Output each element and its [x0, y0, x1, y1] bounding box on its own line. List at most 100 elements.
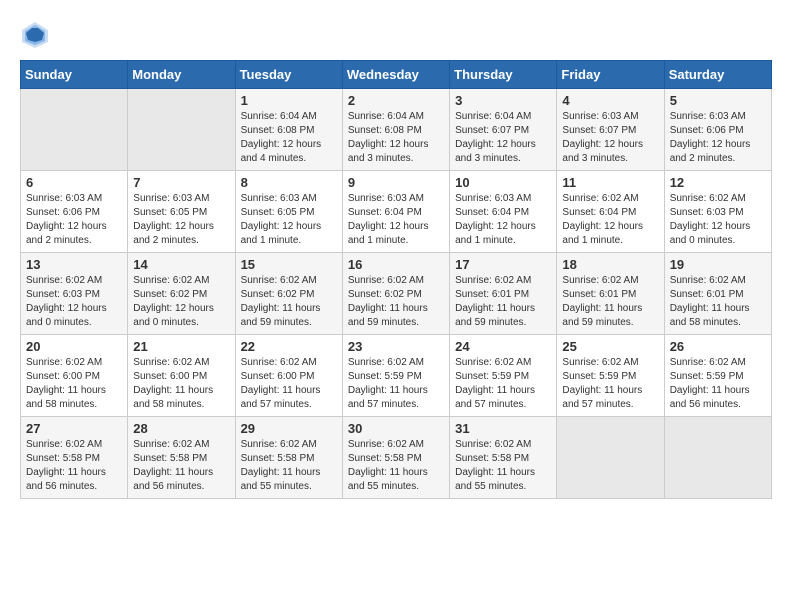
day-info: Sunrise: 6:02 AM Sunset: 6:01 PM Dayligh… — [670, 274, 766, 330]
day-info: Sunrise: 6:02 AM Sunset: 5:59 PM Dayligh… — [455, 356, 551, 412]
calendar-cell: 19 Sunrise: 6:02 AM Sunset: 6:01 PM Dayli… — [664, 253, 771, 335]
calendar-cell: 23 Sunrise: 6:02 AM Sunset: 5:59 PM Dayli… — [342, 335, 449, 417]
day-number: 2 — [348, 93, 444, 108]
day-info: Sunrise: 6:02 AM Sunset: 6:00 PM Dayligh… — [241, 356, 337, 412]
calendar-cell: 11 Sunrise: 6:02 AM Sunset: 6:04 PM Dayli… — [557, 171, 664, 253]
day-info: Sunrise: 6:03 AM Sunset: 6:06 PM Dayligh… — [26, 192, 122, 248]
day-number: 10 — [455, 175, 551, 190]
calendar-cell: 15 Sunrise: 6:02 AM Sunset: 6:02 PM Dayli… — [235, 253, 342, 335]
day-info: Sunrise: 6:02 AM Sunset: 6:01 PM Dayligh… — [562, 274, 658, 330]
page-header — [20, 20, 772, 50]
calendar-cell: 13 Sunrise: 6:02 AM Sunset: 6:03 PM Dayli… — [21, 253, 128, 335]
calendar-table: SundayMondayTuesdayWednesdayThursdayFrid… — [20, 60, 772, 499]
calendar-cell: 25 Sunrise: 6:02 AM Sunset: 5:59 PM Dayli… — [557, 335, 664, 417]
day-number: 26 — [670, 339, 766, 354]
day-number: 27 — [26, 421, 122, 436]
day-info: Sunrise: 6:02 AM Sunset: 6:04 PM Dayligh… — [562, 192, 658, 248]
day-info: Sunrise: 6:02 AM Sunset: 5:59 PM Dayligh… — [562, 356, 658, 412]
calendar-week-row: 13 Sunrise: 6:02 AM Sunset: 6:03 PM Dayli… — [21, 253, 772, 335]
day-info: Sunrise: 6:04 AM Sunset: 6:08 PM Dayligh… — [241, 110, 337, 166]
day-info: Sunrise: 6:02 AM Sunset: 5:59 PM Dayligh… — [348, 356, 444, 412]
day-info: Sunrise: 6:02 AM Sunset: 6:02 PM Dayligh… — [241, 274, 337, 330]
calendar-cell: 31Sunrise: 6:02 AM Sunset: 5:58 PM Dayli… — [450, 417, 557, 499]
logo-icon — [20, 20, 50, 50]
day-number: 11 — [562, 175, 658, 190]
calendar-cell: 20Sunrise: 6:02 AM Sunset: 6:00 PM Dayli… — [21, 335, 128, 417]
day-number: 16 — [348, 257, 444, 272]
header-day: Tuesday — [235, 61, 342, 89]
calendar-cell: 14 Sunrise: 6:02 AM Sunset: 6:02 PM Dayli… — [128, 253, 235, 335]
day-info: Sunrise: 6:03 AM Sunset: 6:07 PM Dayligh… — [562, 110, 658, 166]
day-info: Sunrise: 6:02 AM Sunset: 5:58 PM Dayligh… — [26, 438, 122, 494]
calendar-cell — [21, 89, 128, 171]
day-number: 21 — [133, 339, 229, 354]
day-info: Sunrise: 6:02 AM Sunset: 6:01 PM Dayligh… — [455, 274, 551, 330]
day-info: Sunrise: 6:03 AM Sunset: 6:05 PM Dayligh… — [241, 192, 337, 248]
calendar-week-row: 6 Sunrise: 6:03 AM Sunset: 6:06 PM Daylig… — [21, 171, 772, 253]
calendar-cell: 22 Sunrise: 6:02 AM Sunset: 6:00 PM Dayli… — [235, 335, 342, 417]
calendar-cell: 29 Sunrise: 6:02 AM Sunset: 5:58 PM Dayli… — [235, 417, 342, 499]
day-number: 29 — [241, 421, 337, 436]
calendar-cell: 5 Sunrise: 6:03 AM Sunset: 6:06 PM Daylig… — [664, 89, 771, 171]
calendar-cell: 24 Sunrise: 6:02 AM Sunset: 5:59 PM Dayli… — [450, 335, 557, 417]
calendar-body: 1 Sunrise: 6:04 AM Sunset: 6:08 PM Daylig… — [21, 89, 772, 499]
day-number: 23 — [348, 339, 444, 354]
calendar-cell — [128, 89, 235, 171]
calendar-cell: 28Sunrise: 6:02 AM Sunset: 5:58 PM Dayli… — [128, 417, 235, 499]
day-info: Sunrise: 6:03 AM Sunset: 6:04 PM Dayligh… — [348, 192, 444, 248]
day-number: 15 — [241, 257, 337, 272]
header-day: Friday — [557, 61, 664, 89]
calendar-cell: 8 Sunrise: 6:03 AM Sunset: 6:05 PM Daylig… — [235, 171, 342, 253]
day-number: 14 — [133, 257, 229, 272]
header-day: Wednesday — [342, 61, 449, 89]
day-info: Sunrise: 6:02 AM Sunset: 5:58 PM Dayligh… — [241, 438, 337, 494]
day-number: 12 — [670, 175, 766, 190]
header-row: SundayMondayTuesdayWednesdayThursdayFrid… — [21, 61, 772, 89]
day-info: Sunrise: 6:02 AM Sunset: 5:58 PM Dayligh… — [455, 438, 551, 494]
day-info: Sunrise: 6:03 AM Sunset: 6:05 PM Dayligh… — [133, 192, 229, 248]
day-number: 20 — [26, 339, 122, 354]
calendar-cell: 12Sunrise: 6:02 AM Sunset: 6:03 PM Dayli… — [664, 171, 771, 253]
calendar-cell: 9Sunrise: 6:03 AM Sunset: 6:04 PM Daylig… — [342, 171, 449, 253]
calendar-week-row: 27 Sunrise: 6:02 AM Sunset: 5:58 PM Dayli… — [21, 417, 772, 499]
day-info: Sunrise: 6:02 AM Sunset: 6:00 PM Dayligh… — [133, 356, 229, 412]
day-info: Sunrise: 6:04 AM Sunset: 6:07 PM Dayligh… — [455, 110, 551, 166]
day-number: 6 — [26, 175, 122, 190]
day-info: Sunrise: 6:02 AM Sunset: 6:02 PM Dayligh… — [133, 274, 229, 330]
day-info: Sunrise: 6:03 AM Sunset: 6:06 PM Dayligh… — [670, 110, 766, 166]
day-number: 8 — [241, 175, 337, 190]
day-number: 28 — [133, 421, 229, 436]
calendar-cell: 18 Sunrise: 6:02 AM Sunset: 6:01 PM Dayli… — [557, 253, 664, 335]
calendar-cell — [664, 417, 771, 499]
day-info: Sunrise: 6:03 AM Sunset: 6:04 PM Dayligh… — [455, 192, 551, 248]
day-number: 19 — [670, 257, 766, 272]
day-number: 25 — [562, 339, 658, 354]
day-info: Sunrise: 6:04 AM Sunset: 6:08 PM Dayligh… — [348, 110, 444, 166]
calendar-cell: 30Sunrise: 6:02 AM Sunset: 5:58 PM Dayli… — [342, 417, 449, 499]
day-number: 24 — [455, 339, 551, 354]
day-number: 7 — [133, 175, 229, 190]
calendar-cell: 7 Sunrise: 6:03 AM Sunset: 6:05 PM Daylig… — [128, 171, 235, 253]
day-number: 22 — [241, 339, 337, 354]
header-day: Saturday — [664, 61, 771, 89]
calendar-cell: 26 Sunrise: 6:02 AM Sunset: 5:59 PM Dayli… — [664, 335, 771, 417]
day-number: 5 — [670, 93, 766, 108]
day-info: Sunrise: 6:02 AM Sunset: 6:03 PM Dayligh… — [26, 274, 122, 330]
day-number: 4 — [562, 93, 658, 108]
day-number: 13 — [26, 257, 122, 272]
day-number: 3 — [455, 93, 551, 108]
calendar-cell: 21 Sunrise: 6:02 AM Sunset: 6:00 PM Dayli… — [128, 335, 235, 417]
calendar-cell: 1 Sunrise: 6:04 AM Sunset: 6:08 PM Daylig… — [235, 89, 342, 171]
day-number: 18 — [562, 257, 658, 272]
calendar-week-row: 1 Sunrise: 6:04 AM Sunset: 6:08 PM Daylig… — [21, 89, 772, 171]
day-number: 1 — [241, 93, 337, 108]
day-info: Sunrise: 6:02 AM Sunset: 5:59 PM Dayligh… — [670, 356, 766, 412]
calendar-cell: 4 Sunrise: 6:03 AM Sunset: 6:07 PM Daylig… — [557, 89, 664, 171]
calendar-cell: 16Sunrise: 6:02 AM Sunset: 6:02 PM Dayli… — [342, 253, 449, 335]
calendar-cell: 10 Sunrise: 6:03 AM Sunset: 6:04 PM Dayli… — [450, 171, 557, 253]
calendar-cell: 6 Sunrise: 6:03 AM Sunset: 6:06 PM Daylig… — [21, 171, 128, 253]
calendar-header: SundayMondayTuesdayWednesdayThursdayFrid… — [21, 61, 772, 89]
header-day: Thursday — [450, 61, 557, 89]
header-day: Monday — [128, 61, 235, 89]
day-info: Sunrise: 6:02 AM Sunset: 5:58 PM Dayligh… — [348, 438, 444, 494]
